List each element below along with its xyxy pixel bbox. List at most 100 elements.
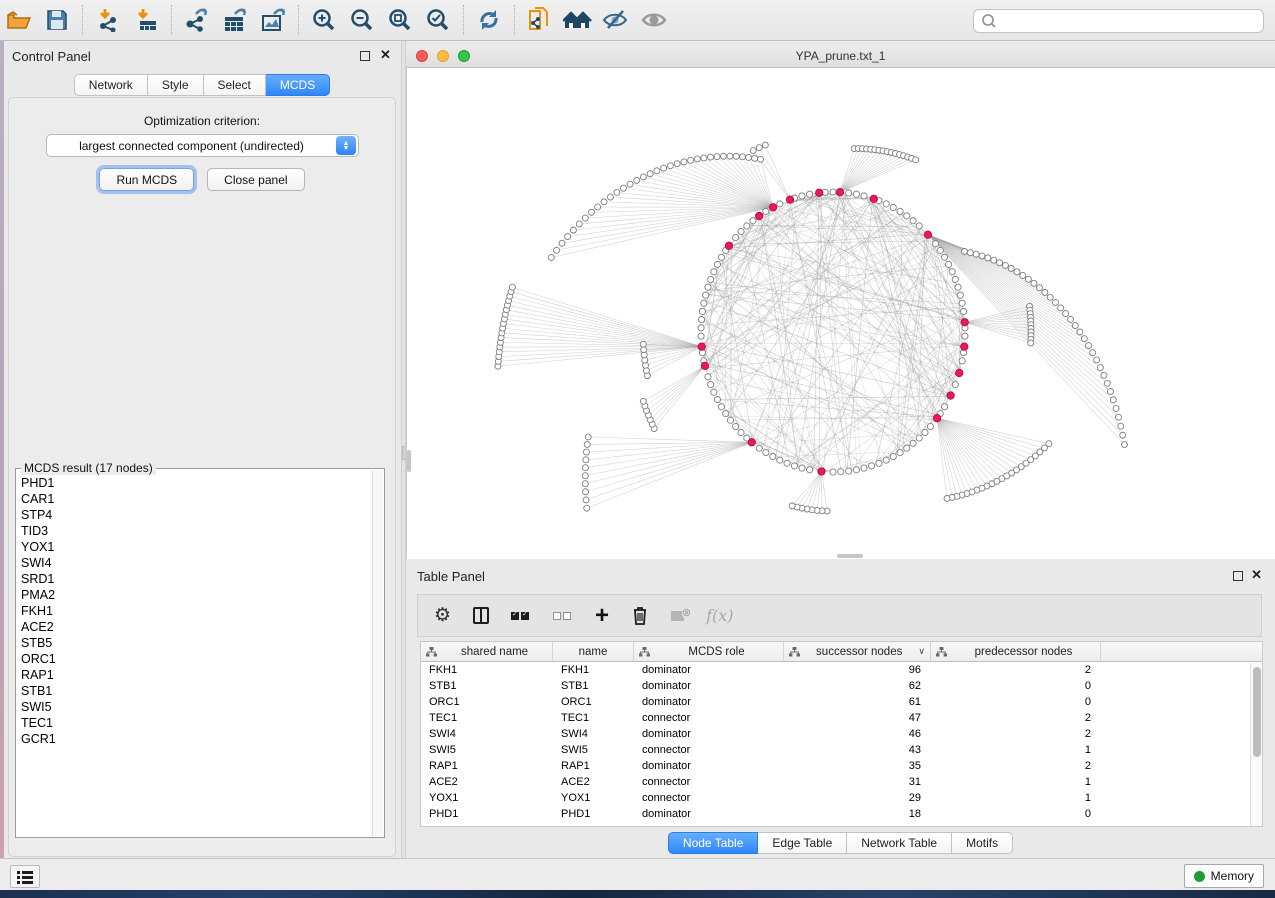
table-row[interactable]: SWI4SWI4dominator462: [421, 726, 1262, 742]
sort-descending-icon: ∨: [918, 646, 925, 657]
tab-motifs[interactable]: Motifs: [952, 832, 1013, 854]
table-panel: Table Panel ✕ ⚙ + f(x) shared name name …: [406, 559, 1275, 858]
canvas-horizontal-scrollthumb[interactable]: [837, 554, 863, 558]
shared-column-icon: [936, 647, 947, 657]
table-row[interactable]: STB1STB1dominator620: [421, 678, 1262, 694]
table-row[interactable]: SWI5SWI5connector431: [421, 742, 1262, 758]
list-item[interactable]: ACE2: [18, 619, 370, 635]
table-row[interactable]: ORC1ORC1dominator610: [421, 694, 1262, 710]
status-bar: Memory: [0, 858, 1275, 890]
zoom-fit-button[interactable]: [383, 4, 417, 36]
add-column-button[interactable]: +: [595, 606, 609, 626]
optimization-criterion-label: Optimization criterion:: [9, 114, 395, 128]
run-mcds-button[interactable]: Run MCDS: [99, 168, 194, 191]
zoom-out-button[interactable]: [345, 4, 379, 36]
memory-button[interactable]: Memory: [1184, 864, 1264, 888]
columns-icon: [473, 607, 489, 624]
list-item[interactable]: TEC1: [18, 715, 370, 731]
select-all-button[interactable]: [511, 612, 531, 620]
deselect-all-button[interactable]: [553, 612, 573, 620]
share-network-document-button[interactable]: [523, 4, 557, 36]
list-item[interactable]: PMA2: [18, 587, 370, 603]
table-settings-button[interactable]: ⚙: [434, 606, 451, 625]
column-header-predecessor-nodes[interactable]: predecessor nodes: [931, 642, 1101, 661]
table-row[interactable]: RAP1RAP1dominator352: [421, 758, 1262, 774]
control-panel-title: Control Panel: [12, 49, 91, 64]
tab-node-table[interactable]: Node Table: [668, 832, 759, 854]
list-item[interactable]: SWI4: [18, 555, 370, 571]
table-row[interactable]: FKH1FKH1dominator962: [421, 662, 1262, 678]
list-item[interactable]: RAP1: [18, 667, 370, 683]
list-item[interactable]: SRD1: [18, 571, 370, 587]
import-network-icon: [96, 8, 120, 32]
refresh-view-button[interactable]: [472, 4, 506, 36]
list-item[interactable]: ORC1: [18, 651, 370, 667]
show-task-history-button[interactable]: [10, 865, 40, 888]
criterion-dropdown[interactable]: largest connected component (undirected)…: [46, 134, 359, 157]
list-item[interactable]: SWI5: [18, 699, 370, 715]
list-item[interactable]: CAR1: [18, 491, 370, 507]
zoom-selected-button[interactable]: [421, 4, 455, 36]
search-input[interactable]: [997, 11, 1263, 31]
canvas-vertical-scrollthumb[interactable]: [407, 450, 411, 472]
table-panel-close-icon[interactable]: ✕: [1251, 570, 1262, 580]
show-columns-button[interactable]: [473, 607, 489, 624]
list-item[interactable]: PHD1: [18, 475, 370, 491]
zoom-in-button[interactable]: [307, 4, 341, 36]
close-panel-button[interactable]: Close panel: [207, 168, 304, 191]
import-table-button[interactable]: [129, 4, 163, 36]
control-panel-float-icon[interactable]: [360, 51, 370, 61]
list-item[interactable]: STB5: [18, 635, 370, 651]
show-all-networks-button[interactable]: [561, 4, 595, 36]
table-row[interactable]: TEC1TEC1connector472: [421, 710, 1262, 726]
table-panel-float-icon[interactable]: [1233, 571, 1243, 581]
plus-icon: +: [595, 606, 609, 626]
mcds-result-list[interactable]: PHD1 CAR1 STP4 TID3 YOX1 SWI4 SRD1 PMA2 …: [18, 475, 370, 835]
checked-box-icon: [521, 612, 529, 620]
list-item[interactable]: GCR1: [18, 731, 370, 747]
control-panel-tabs: Network Style Select MCDS: [0, 74, 404, 96]
tab-edge-table[interactable]: Edge Table: [758, 832, 847, 854]
table-row[interactable]: ACE2ACE2connector311: [421, 774, 1262, 790]
tab-network-table[interactable]: Network Table: [847, 832, 952, 854]
delete-column-button[interactable]: [631, 605, 649, 626]
node-table[interactable]: shared name name MCDS role successor nod…: [420, 641, 1263, 827]
list-item[interactable]: STB1: [18, 683, 370, 699]
list-item[interactable]: STP4: [18, 507, 370, 523]
search-field[interactable]: [973, 9, 1264, 33]
save-session-button[interactable]: [40, 4, 74, 36]
list-scrollbar[interactable]: [372, 470, 383, 836]
list-item[interactable]: YOX1: [18, 539, 370, 555]
toolbar-separator: [298, 5, 299, 35]
table-scrollbar[interactable]: [1250, 663, 1262, 826]
table-scrollbar-thumb[interactable]: [1253, 667, 1261, 757]
list-item[interactable]: TID3: [18, 523, 370, 539]
toolbar-separator: [82, 5, 83, 35]
column-header-shared-name[interactable]: shared name: [421, 642, 553, 661]
column-header-mcds-role[interactable]: MCDS role: [634, 642, 784, 661]
network-window-titlebar[interactable]: YPA_prune.txt_1: [406, 45, 1275, 68]
delete-table-icon: [671, 611, 684, 621]
tab-style[interactable]: Style: [148, 74, 204, 96]
control-panel-close-icon[interactable]: ✕: [380, 50, 391, 60]
floppy-disk-icon: [46, 9, 68, 31]
network-canvas[interactable]: [406, 68, 1275, 559]
table-row[interactable]: PHD1PHD1dominator180: [421, 806, 1262, 822]
export-image-button[interactable]: [256, 4, 290, 36]
column-header-name[interactable]: name: [553, 642, 634, 661]
tab-network[interactable]: Network: [74, 74, 148, 96]
open-file-button[interactable]: [2, 4, 36, 36]
network-graph[interactable]: [407, 68, 1275, 559]
tab-mcds[interactable]: MCDS: [266, 74, 330, 96]
show-graphics-details-button[interactable]: [637, 4, 671, 36]
hide-graphics-details-button[interactable]: [599, 4, 633, 36]
list-item[interactable]: FKH1: [18, 603, 370, 619]
open-folder-icon: [6, 9, 32, 31]
column-header-successor-nodes[interactable]: successor nodes ∨: [784, 642, 931, 661]
table-row[interactable]: YOX1YOX1connector291: [421, 790, 1262, 806]
main-toolbar: [0, 0, 1275, 41]
tab-select[interactable]: Select: [204, 74, 266, 96]
export-network-button[interactable]: [180, 4, 214, 36]
import-network-button[interactable]: [91, 4, 125, 36]
export-table-button[interactable]: [218, 4, 252, 36]
